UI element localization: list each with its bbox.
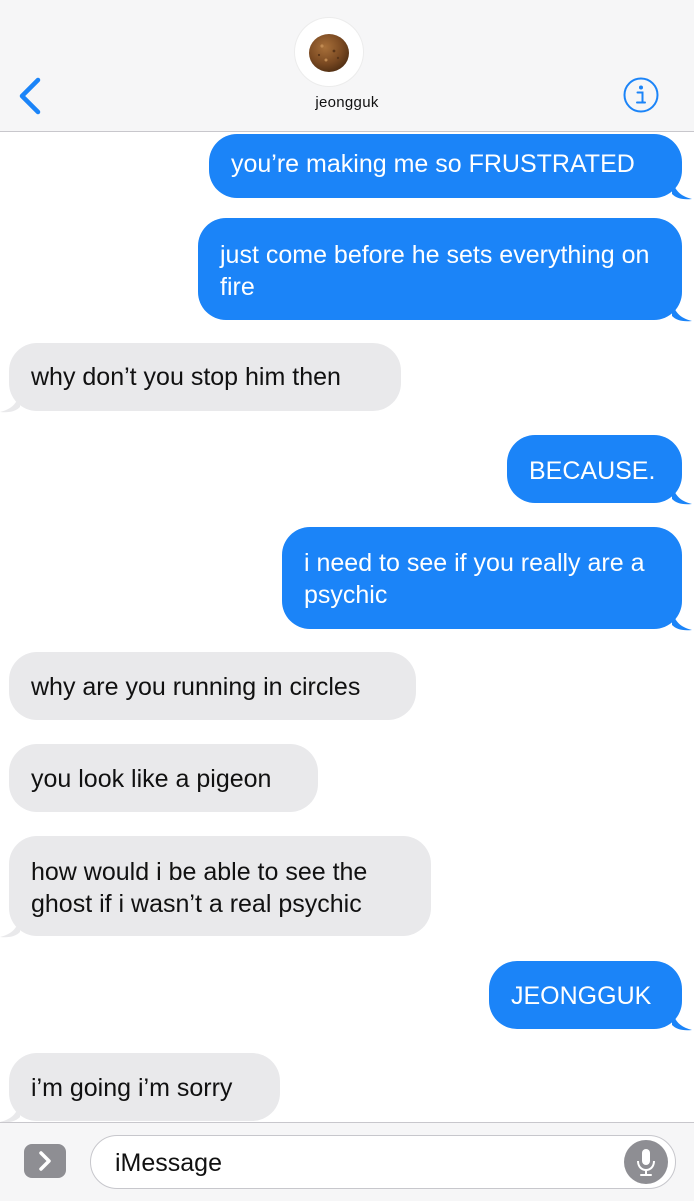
message-text: you’re making me so FRUSTRATED (231, 150, 635, 178)
message-text: i’m going i’m sorry (31, 1074, 233, 1102)
message-text: why don’t you stop him then (31, 363, 341, 391)
conversation-header: jeongguk (0, 0, 694, 132)
contact-name[interactable]: jeongguk (0, 94, 694, 111)
chevron-right-icon (39, 1151, 51, 1171)
message-input[interactable]: iMessage (90, 1135, 676, 1189)
message-text: i need to see if you really are a psychi… (304, 549, 645, 609)
incoming-bubble-tail (0, 916, 20, 938)
composer-bar: iMessage (0, 1122, 694, 1201)
incoming-message[interactable]: i’m going i’m sorry (9, 1053, 280, 1121)
contact-avatar[interactable] (295, 18, 363, 86)
message-text: BECAUSE. (529, 457, 656, 485)
outgoing-message[interactable]: BECAUSE. (507, 435, 682, 503)
message-text: you look like a pigeon (31, 765, 272, 793)
outgoing-bubble-tail (672, 1009, 692, 1031)
incoming-message[interactable]: why are you running in circles (9, 652, 416, 720)
info-icon (623, 77, 659, 113)
microphone-icon (637, 1149, 655, 1176)
message-text: how would i be able to see the ghost if … (31, 858, 368, 918)
message-text: just come before he sets everything on f… (220, 241, 650, 301)
apps-button[interactable] (24, 1144, 66, 1178)
dictation-button[interactable] (624, 1140, 668, 1184)
message-thread[interactable]: you’re making me so FRUSTRATED just come… (0, 132, 694, 1122)
outgoing-message[interactable]: JEONGGUK (489, 961, 682, 1029)
message-text: JEONGGUK (511, 982, 652, 1010)
incoming-message[interactable]: you look like a pigeon (9, 744, 318, 812)
message-input-placeholder: iMessage (115, 1149, 222, 1177)
outgoing-bubble-tail (672, 609, 692, 631)
info-button[interactable] (622, 76, 660, 114)
outgoing-message[interactable]: i need to see if you really are a psychi… (282, 527, 682, 629)
incoming-bubble-tail (0, 1101, 20, 1122)
avatar-image (309, 34, 349, 72)
outgoing-bubble-tail (672, 483, 692, 505)
outgoing-message[interactable]: you’re making me so FRUSTRATED (209, 134, 682, 198)
outgoing-message[interactable]: just come before he sets everything on f… (198, 218, 682, 320)
outgoing-bubble-tail (672, 300, 692, 322)
incoming-bubble-tail (0, 391, 20, 413)
incoming-message[interactable]: how would i be able to see the ghost if … (9, 836, 431, 936)
incoming-message[interactable]: why don’t you stop him then (9, 343, 401, 411)
message-text: why are you running in circles (31, 673, 361, 701)
outgoing-bubble-tail (672, 178, 692, 200)
